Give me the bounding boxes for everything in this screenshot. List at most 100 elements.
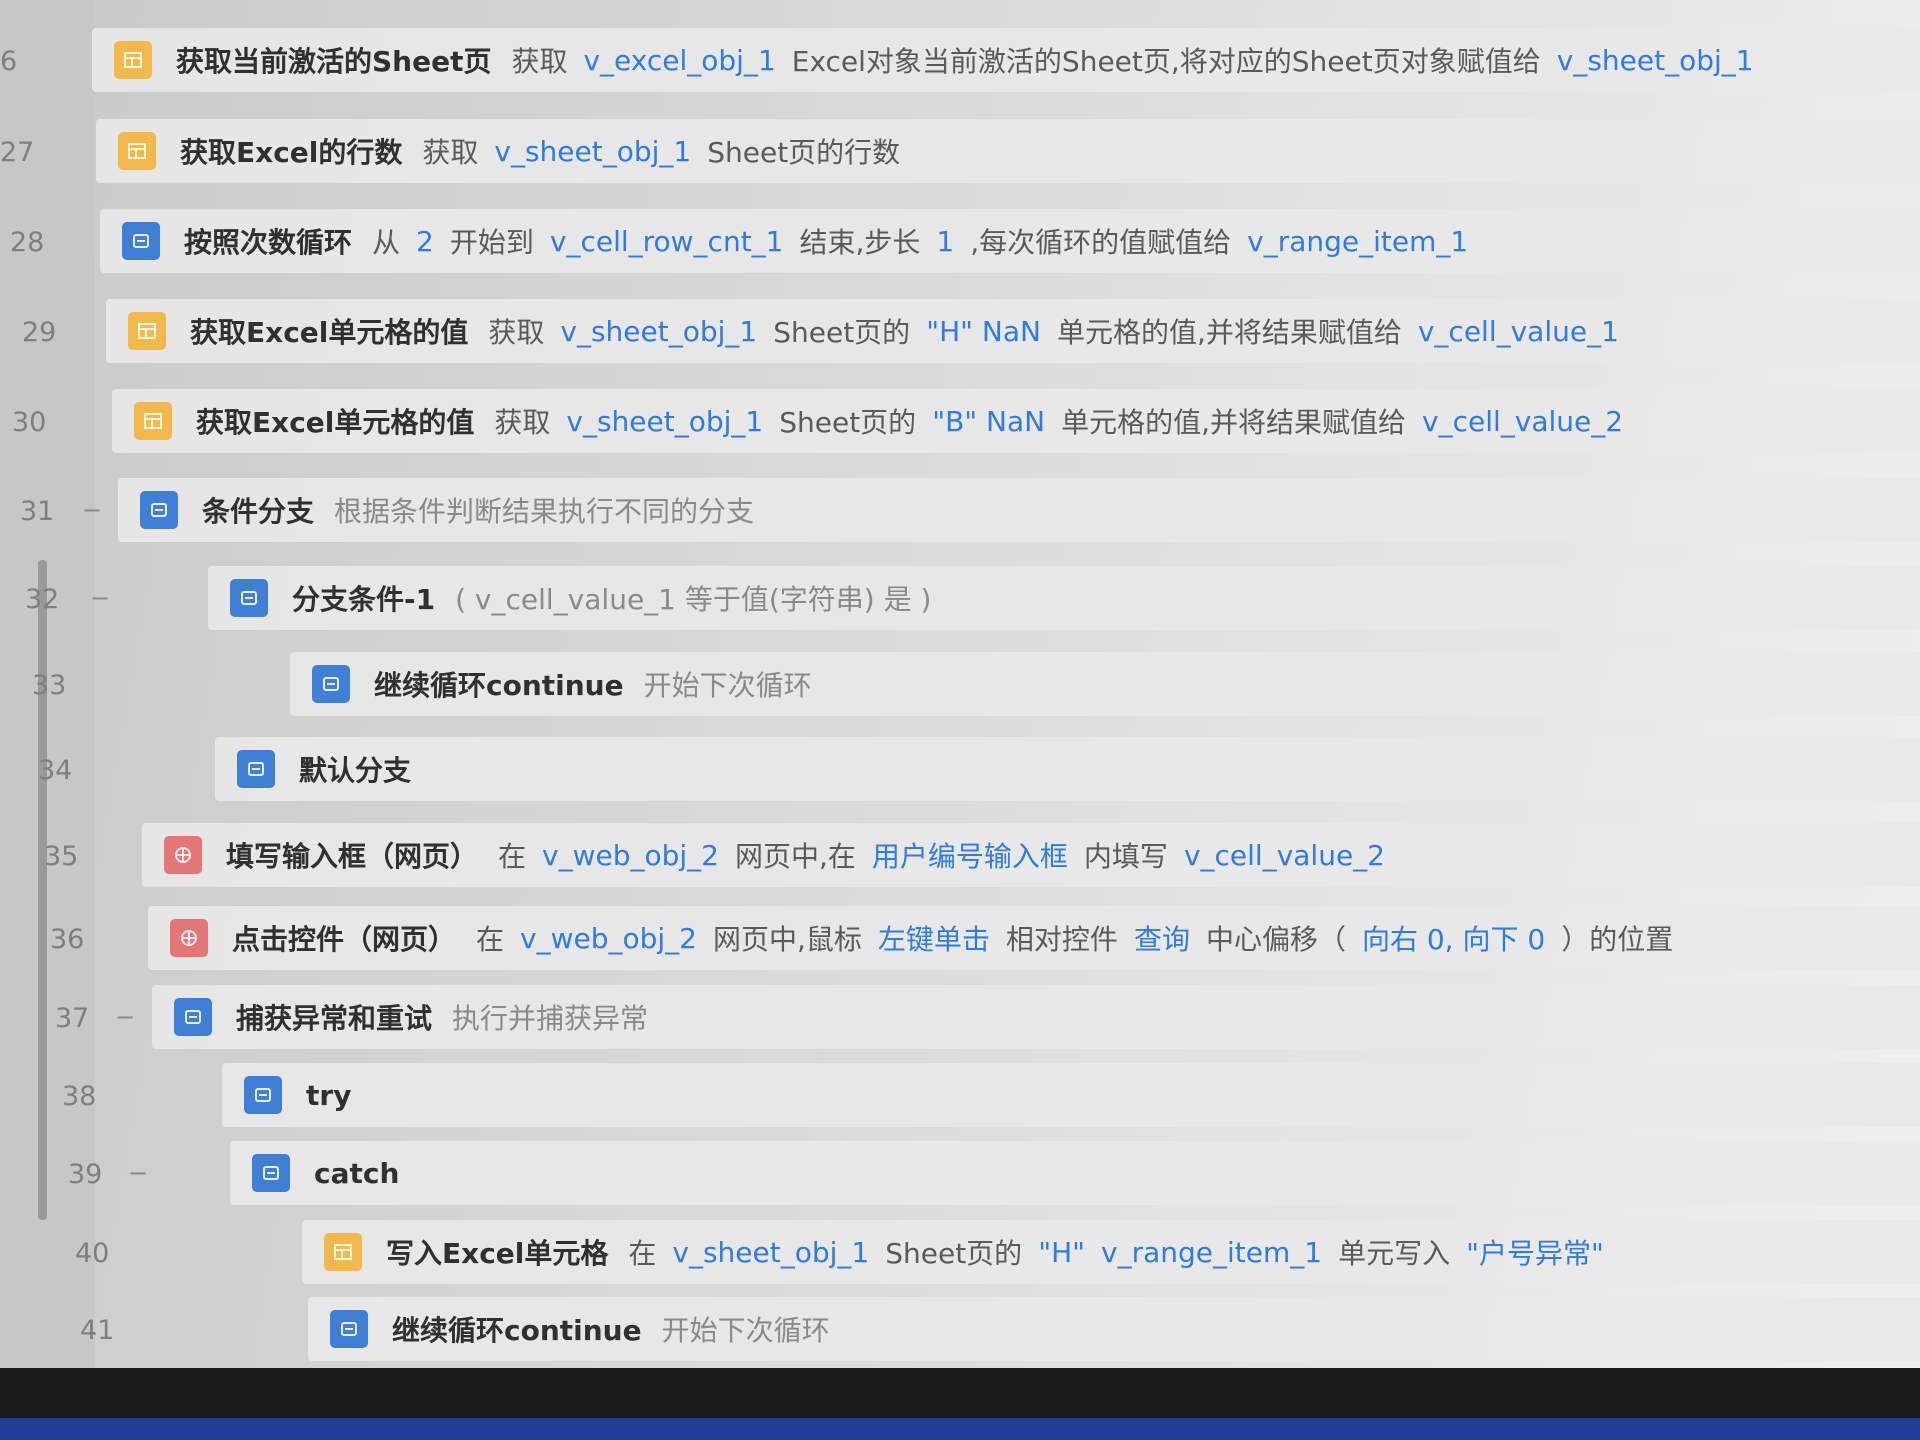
step-title: 按照次数循环 bbox=[184, 226, 353, 259]
step-text: Excel对象当前激活的Sheet页,将对应的Sheet页对象赋值给 bbox=[791, 45, 1541, 78]
step-title: try bbox=[306, 1078, 352, 1112]
line-number: 6 bbox=[0, 46, 18, 77]
workflow-step[interactable]: 写入Excel单元格在 v_sheet_obj_1 Sheet页的 "H" v_rang… bbox=[302, 1220, 1920, 1284]
step-title: 写入Excel单元格 bbox=[386, 1237, 609, 1270]
step-title: 获取当前激活的Sheet页 bbox=[176, 45, 492, 78]
workflow-row: 41 继续循环continue 开始下次循环 bbox=[0, 1297, 1920, 1361]
step-parameter[interactable]: v_sheet_obj_1 bbox=[494, 135, 691, 168]
workflow-step[interactable]: 继续循环continue 开始下次循环 bbox=[290, 652, 1920, 716]
step-title: catch bbox=[314, 1156, 400, 1190]
step-parameter[interactable]: v_cell_value_2 bbox=[1422, 405, 1623, 438]
step-parameter[interactable]: v_cell_value_1 bbox=[1418, 315, 1619, 348]
line-number: 28 bbox=[10, 227, 45, 258]
workflow-step[interactable]: 获取Excel单元格的值 获取 v_sheet_obj_1 Sheet页的 "B" Na… bbox=[112, 389, 1920, 453]
workflow-row: 6 获取当前激活的Sheet页 获取 v_excel_obj_1 Excel对象当前激活… bbox=[0, 28, 1920, 92]
step-title: 捕获异常和重试 bbox=[236, 1002, 433, 1035]
step-parameter[interactable]: v_cell_value_2 bbox=[1184, 839, 1385, 872]
step-parameter[interactable]: v_sheet_obj_1 bbox=[1557, 44, 1754, 77]
workflow-row: 39− catch bbox=[0, 1141, 1920, 1205]
step-parameter[interactable]: v_cell_row_cnt_1 bbox=[550, 225, 784, 258]
step-title: 条件分支 bbox=[202, 495, 315, 528]
step-text: ）的位置 bbox=[1561, 923, 1674, 956]
workflow-step[interactable]: 获取Excel的行数 获取 v_sheet_obj_1 Sheet页的行数 bbox=[96, 119, 1920, 183]
step-parameter[interactable]: v_range_item_1 bbox=[1101, 1236, 1322, 1269]
workflow-row: 38 try bbox=[0, 1063, 1920, 1127]
workflow-row: 34 默认分支 bbox=[0, 737, 1920, 801]
workflow-row: 40 写入Excel单元格在 v_sheet_obj_1 Sheet页的 "H" v_ra… bbox=[0, 1220, 1920, 1284]
line-number: 35 bbox=[44, 841, 79, 872]
workflow-row: 35 填写输入框（网页） 在 v_web_obj_2 网页中,在 用户编号输入框 内填写 v_… bbox=[0, 823, 1920, 887]
workflow-step[interactable]: 点击控件（网页） 在 v_web_obj_2 网页中,鼠标 左键单击 相对控件 查询 中心偏移… bbox=[148, 906, 1920, 970]
step-text: 在 bbox=[476, 923, 505, 956]
step-text: 在 bbox=[498, 840, 527, 873]
excel-sheet-icon bbox=[128, 312, 166, 350]
step-text: 开始下次循环 bbox=[661, 1314, 830, 1347]
step-text: Sheet页的 bbox=[779, 406, 917, 439]
workflow-step[interactable]: 填写输入框（网页） 在 v_web_obj_2 网页中,在 用户编号输入框 内填写 v_ce… bbox=[142, 823, 1920, 887]
branch-icon bbox=[237, 750, 275, 788]
step-parameter[interactable]: v_sheet_obj_1 bbox=[566, 405, 763, 438]
workflow-step[interactable]: 获取当前激活的Sheet页 获取 v_excel_obj_1 Excel对象当前激活的… bbox=[92, 28, 1920, 92]
line-number: 27 bbox=[0, 137, 35, 168]
step-parameter[interactable]: "H" bbox=[1038, 1236, 1085, 1269]
workflow-row: 31− 条件分支 根据条件判断结果执行不同的分支 bbox=[0, 478, 1920, 542]
workflow-step[interactable]: 按照次数循环从 2 开始到 v_cell_row_cnt_1 结束,步长 1 ,每次循环的值… bbox=[100, 209, 1920, 273]
step-text: 根据条件判断结果执行不同的分支 bbox=[334, 495, 755, 528]
workflow-step[interactable]: catch bbox=[230, 1141, 1920, 1205]
step-parameter[interactable]: 用户编号输入框 bbox=[872, 835, 1068, 875]
step-text: Sheet页的 bbox=[773, 316, 911, 349]
step-text: 内填写 bbox=[1083, 840, 1168, 873]
workflow-step[interactable]: 捕获异常和重试 执行并捕获异常 bbox=[152, 985, 1920, 1049]
continue-icon bbox=[312, 665, 350, 703]
step-parameter[interactable]: "户号异常" bbox=[1466, 1232, 1604, 1272]
collapse-toggle[interactable]: − bbox=[82, 496, 102, 524]
web-globe-icon bbox=[164, 836, 202, 874]
line-number: 39 bbox=[68, 1159, 103, 1190]
step-parameter[interactable]: 查询 bbox=[1134, 918, 1190, 958]
workflow-row: 29 获取Excel单元格的值 获取 v_sheet_obj_1 Sheet页的 "H" … bbox=[0, 299, 1920, 363]
step-parameter[interactable]: 左键单击 bbox=[878, 918, 990, 958]
workflow-step[interactable]: 默认分支 bbox=[215, 737, 1920, 801]
workflow-row: 37− 捕获异常和重试 执行并捕获异常 bbox=[0, 985, 1920, 1049]
step-parameter[interactable]: 1 bbox=[936, 225, 954, 258]
excel-sheet-icon bbox=[324, 1233, 362, 1271]
step-text: 获取 bbox=[488, 316, 545, 349]
step-text: 开始到 bbox=[449, 226, 534, 259]
step-parameter[interactable]: v_sheet_obj_1 bbox=[672, 1236, 869, 1269]
step-parameter[interactable]: 向右 0, 向下 0 bbox=[1362, 918, 1545, 958]
line-number: 38 bbox=[62, 1081, 97, 1112]
step-text: ,每次循环的值赋值给 bbox=[970, 226, 1232, 259]
workflow-step[interactable]: try bbox=[222, 1063, 1920, 1127]
continue-icon bbox=[330, 1310, 368, 1348]
step-text: 单元格的值,并将结果赋值给 bbox=[1061, 406, 1407, 439]
workflow-row: 33 继续循环continue 开始下次循环 bbox=[0, 652, 1920, 716]
workflow-row: 36 点击控件（网页） 在 v_web_obj_2 网页中,鼠标 左键单击 相对控件 查询 中心… bbox=[0, 906, 1920, 970]
step-parameter[interactable]: v_web_obj_2 bbox=[520, 922, 697, 955]
step-parameter[interactable]: v_range_item_1 bbox=[1247, 225, 1468, 258]
try-catch-icon bbox=[174, 998, 212, 1036]
line-number: 37 bbox=[55, 1003, 90, 1034]
step-parameter[interactable]: 2 bbox=[416, 225, 434, 258]
workflow-step[interactable]: 继续循环continue 开始下次循环 bbox=[308, 1297, 1920, 1361]
step-parameter[interactable]: "B" NaN bbox=[932, 405, 1045, 438]
collapse-toggle[interactable]: − bbox=[115, 1003, 135, 1031]
step-text: 结束,步长 bbox=[799, 226, 921, 259]
workflow-step[interactable]: 条件分支 根据条件判断结果执行不同的分支 bbox=[118, 478, 1920, 542]
step-text: 网页中,鼠标 bbox=[713, 923, 862, 956]
collapse-toggle[interactable]: − bbox=[90, 584, 110, 612]
step-text: 在 bbox=[628, 1237, 657, 1270]
step-parameter[interactable]: v_web_obj_2 bbox=[542, 839, 719, 872]
web-globe-icon bbox=[170, 919, 208, 957]
workflow-step[interactable]: 分支条件-1 ( v_cell_value_1 等于值(字符串) 是 ) bbox=[208, 566, 1920, 630]
line-number: 33 bbox=[32, 670, 67, 701]
workflow-row: 27 获取Excel的行数 获取 v_sheet_obj_1 Sheet页的行数 bbox=[0, 119, 1920, 183]
step-parameter[interactable]: v_excel_obj_1 bbox=[583, 44, 775, 77]
step-title: 获取Excel单元格的值 bbox=[190, 316, 469, 349]
step-title: 继续循环continue bbox=[374, 669, 624, 702]
step-text: 从 bbox=[372, 226, 401, 259]
step-parameter[interactable]: v_sheet_obj_1 bbox=[560, 315, 757, 348]
step-parameter[interactable]: "H" NaN bbox=[926, 315, 1041, 348]
collapse-toggle[interactable]: − bbox=[128, 1159, 148, 1187]
workflow-step[interactable]: 获取Excel单元格的值 获取 v_sheet_obj_1 Sheet页的 "H" Na… bbox=[106, 299, 1920, 363]
workflow-row: 30 获取Excel单元格的值 获取 v_sheet_obj_1 Sheet页的 "B" … bbox=[0, 389, 1920, 453]
